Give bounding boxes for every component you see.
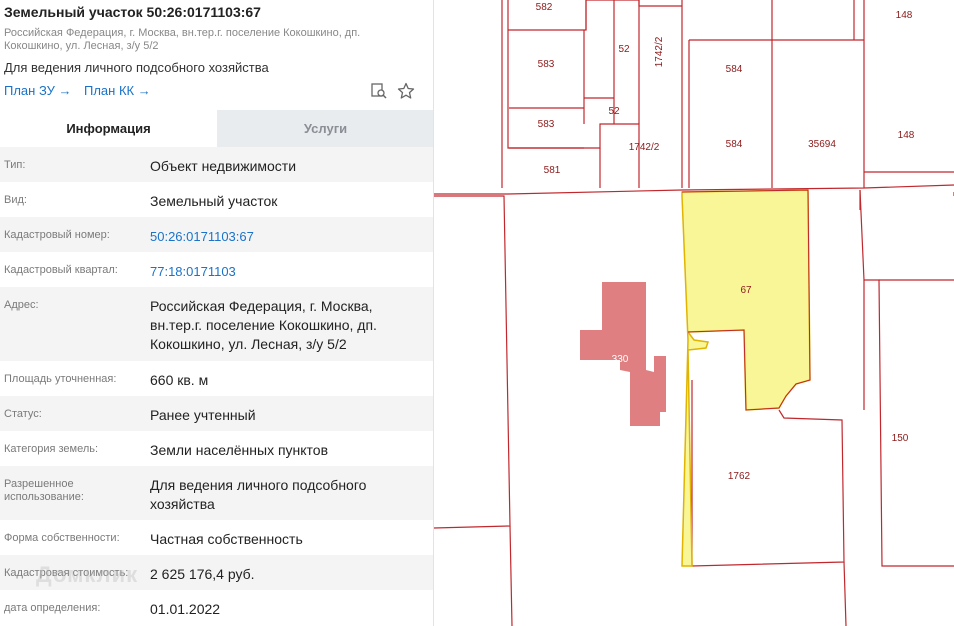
info-label: Форма собственности: — [4, 532, 120, 544]
info-value: Объект недвижимости — [150, 158, 297, 174]
parcel-label: 67 — [740, 285, 752, 296]
parcel-label: 148 — [896, 10, 913, 21]
info-value: Земли населённых пунктов — [150, 442, 329, 458]
map-canvas[interactable]: 582 148 583 52 1742/2 584 52 583 148 174… — [434, 0, 954, 626]
parcel-label: 148 — [898, 130, 915, 141]
parcel-label: 584 — [726, 64, 743, 75]
info-row-valuation-date: дата определения: 01.01.2022 — [0, 590, 433, 625]
info-value: Частная собственность — [150, 531, 303, 547]
purpose-text: Для ведения личного подсобного хозяйства — [4, 60, 269, 75]
info-value: Для ведения личного подсобного хозяйства — [150, 477, 367, 512]
info-label: Тип: — [4, 159, 26, 171]
info-row-address: Адрес: Российская Федерация, г. Москва, … — [0, 287, 433, 361]
tab-bar: Информация Услуги — [0, 110, 433, 147]
info-label: Вид: — [4, 194, 27, 206]
parcel-label: 1742/2 — [629, 142, 660, 153]
selected-parcel-67[interactable] — [681, 189, 811, 567]
page-title: Земельный участок 50:26:0171103:67 — [4, 4, 261, 20]
info-row-area: Площадь уточненная: 660 кв. м — [0, 361, 433, 396]
domclick-watermark: Домклик — [36, 562, 139, 587]
info-row-cadastral-number: Кадастровый номер: 50:26:0171103:67 — [0, 217, 433, 252]
parcel-label: 52 — [608, 106, 620, 117]
tab-information[interactable]: Информация — [0, 110, 217, 147]
search-document-icon[interactable] — [370, 82, 388, 100]
info-label: Кадастровый квартал: — [4, 264, 118, 276]
parcel-label: 584 — [726, 139, 743, 150]
parcel-label: 150 — [892, 433, 909, 444]
parcel-label: 1742/2 — [654, 36, 665, 67]
plan-zu-link[interactable]: План ЗУ → — [4, 83, 72, 98]
info-label: Кадастровый номер: — [4, 229, 110, 241]
address-subtitle: Российская Федерация, г. Москва, вн.тер.… — [4, 27, 361, 52]
info-row-ownership: Форма собственности: Частная собственнос… — [0, 520, 433, 555]
info-value: Российская Федерация, г. Москва, вн.тер.… — [150, 298, 377, 352]
parcel-label: 330 — [612, 354, 629, 365]
info-label: Статус: — [4, 408, 42, 420]
parcel-label: 52 — [618, 44, 630, 55]
parcel-label: 1762 — [728, 471, 751, 482]
parcel-label: 581 — [544, 165, 561, 176]
info-row-status: Статус: Ранее учтенный — [0, 396, 433, 431]
cadastral-quarter-link[interactable]: 77:18:0171103 — [150, 262, 425, 281]
parcel-label: 582 — [536, 2, 553, 13]
parcel-label: 35694 — [808, 139, 836, 150]
cadastral-number-link[interactable]: 50:26:0171103:67 — [150, 227, 425, 246]
info-table: Тип: Объект недвижимости Вид: Земельный … — [0, 147, 433, 625]
parcel-label: 583 — [538, 59, 555, 70]
info-value: Земельный участок — [150, 193, 278, 209]
info-label: Адрес: — [4, 299, 39, 311]
info-row-cadastral-quarter: Кадастровый квартал: 77:18:0171103 — [0, 252, 433, 287]
info-label: Разрешенное использование: — [4, 478, 84, 503]
info-row-kind: Вид: Земельный участок — [0, 182, 433, 217]
info-value: 01.01.2022 — [150, 601, 221, 617]
star-icon[interactable] — [397, 82, 415, 100]
info-row-type: Тип: Объект недвижимости — [0, 147, 433, 182]
info-row-land-category: Категория земель: Земли населённых пункт… — [0, 431, 433, 466]
info-label: Категория земель: — [4, 443, 99, 455]
parcel-label: 583 — [538, 119, 555, 130]
info-label: Площадь уточненная: — [4, 373, 117, 385]
tab-services[interactable]: Услуги — [217, 110, 433, 147]
info-row-permitted-use: Разрешенное использование: Для ведения л… — [0, 466, 433, 520]
info-value: 2 625 176,4 руб. — [150, 566, 255, 582]
info-value: Ранее учтенный — [150, 407, 256, 423]
cadastral-map[interactable]: 582 148 583 52 1742/2 584 52 583 148 174… — [434, 0, 954, 626]
plan-kk-link[interactable]: План КК → — [84, 83, 151, 98]
info-value: 660 кв. м — [150, 372, 209, 388]
info-label: дата определения: — [4, 602, 101, 614]
info-panel: Земельный участок 50:26:0171103:67 Росси… — [0, 0, 434, 626]
